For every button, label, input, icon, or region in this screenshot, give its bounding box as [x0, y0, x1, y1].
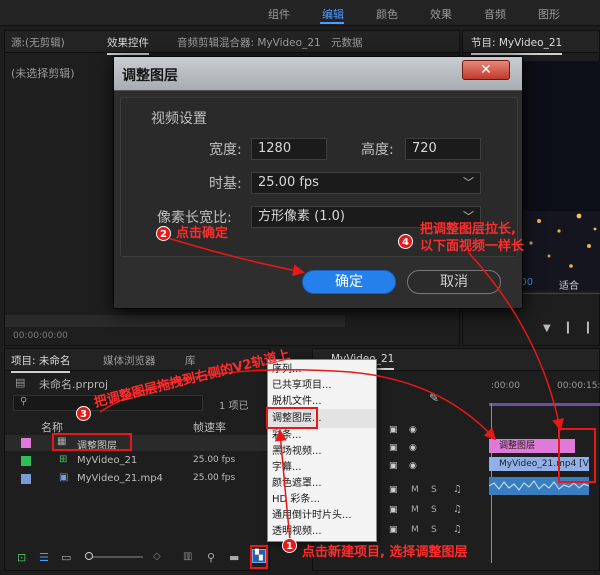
- annotation-text-1: 点击新建项目, 选择调整图层: [302, 545, 468, 560]
- annotation-badge-3: 3: [76, 406, 91, 421]
- annotation-badge-4: 4: [398, 234, 413, 249]
- annotation-badge-2: 2: [156, 226, 171, 241]
- annotation-text-2: 点击确定: [176, 226, 229, 241]
- annotation-arrows: [99, 237, 565, 541]
- annotation-badge-1: 1: [282, 538, 297, 553]
- annotation-text-4-line2: 以下面视频一样长: [420, 239, 525, 254]
